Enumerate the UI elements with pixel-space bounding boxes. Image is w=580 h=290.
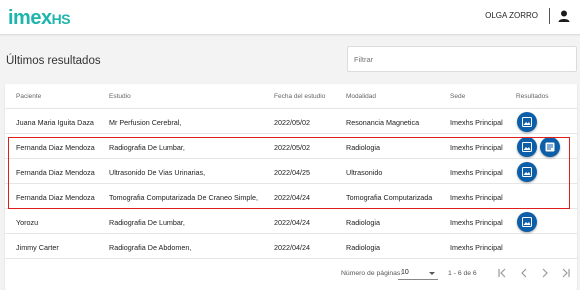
cell-estudio: Tomografia Computarizada De Craneo Simpl…: [109, 193, 259, 202]
rows-per-page-value: 10: [401, 269, 409, 276]
top-bar: imexHS OLGA ZORRO: [0, 0, 580, 34]
table-row[interactable]: Fernanda Diaz Mendoza Radiografia De Lum…: [5, 134, 577, 159]
cell-fecha: 2022/04/24: [274, 193, 310, 202]
cell-modalidad: Radiologia: [346, 218, 380, 227]
column-header-resultados: Resultados: [516, 93, 549, 100]
pagination: Número de páginas: 10 1 - 6 de 6: [5, 262, 577, 290]
user-name[interactable]: OLGA ZORRO: [485, 11, 538, 20]
results-table: Paciente Estudio Fecha del estudio Modal…: [5, 84, 577, 290]
rows-per-page-label: Número de páginas:: [341, 270, 403, 277]
column-header-paciente[interactable]: Paciente: [16, 93, 41, 100]
cell-modalidad: Ultrasonido: [346, 168, 383, 177]
cell-fecha: 2022/05/02: [274, 143, 310, 152]
cell-paciente: Fernanda Diaz Mendoza: [16, 193, 95, 202]
cell-paciente: Juana Maria Iguita Daza: [16, 118, 94, 127]
image-icon: [522, 167, 532, 177]
table-row[interactable]: Yorozu Radiografia De Lumbar, 2022/04/24…: [5, 209, 577, 234]
last-page-icon: [562, 268, 570, 278]
column-header-modalidad[interactable]: Modalidad: [346, 93, 376, 100]
cell-estudio: Mr Perfusion Cerebral,: [109, 118, 182, 127]
report-icon: [545, 142, 555, 152]
page-range: 1 - 6 de 6: [448, 270, 477, 277]
cell-sede: Imexhs Principal: [450, 218, 503, 227]
cell-paciente: Yorozu: [16, 218, 39, 227]
cell-sede: Imexhs Principal: [450, 193, 503, 202]
rows-per-page-select[interactable]: 10: [398, 266, 438, 280]
next-page-button[interactable]: [537, 265, 553, 281]
cell-modalidad: Resonancia Magnetica: [346, 118, 420, 127]
cell-fecha: 2022/05/02: [274, 118, 310, 127]
cell-paciente: Jimmy Carter: [16, 243, 59, 252]
app-logo[interactable]: imexHS: [8, 7, 71, 30]
view-images-button[interactable]: [517, 137, 537, 157]
view-images-button[interactable]: [517, 212, 537, 232]
chevron-left-icon: [521, 268, 527, 278]
filter-input[interactable]: [347, 46, 577, 72]
cell-estudio: Radiografia De Abdomen,: [109, 243, 192, 252]
column-header-sede[interactable]: Sede: [450, 93, 465, 100]
last-page-button[interactable]: [558, 265, 574, 281]
table-row[interactable]: Juana Maria Iguita Daza Mr Perfusion Cer…: [5, 109, 577, 134]
first-page-icon: [498, 268, 506, 278]
account-icon[interactable]: [557, 9, 571, 23]
column-header-fecha[interactable]: Fecha del estudio: [274, 93, 325, 100]
cell-estudio: Radiografia De Lumbar,: [109, 218, 185, 227]
view-report-button[interactable]: [540, 137, 560, 157]
cell-modalidad: Tomografia Computarizada: [346, 193, 433, 202]
image-icon: [522, 142, 532, 152]
first-page-button[interactable]: [494, 265, 510, 281]
page-title: Últimos resultados: [6, 55, 101, 67]
cell-modalidad: Radiologia: [346, 243, 380, 252]
image-icon: [522, 117, 532, 127]
cell-fecha: 2022/04/24: [274, 243, 310, 252]
previous-page-button[interactable]: [516, 265, 532, 281]
table-row[interactable]: Jimmy Carter Radiografia De Abdomen, 202…: [5, 234, 577, 259]
cell-sede: Imexhs Principal: [450, 243, 503, 252]
divider: [549, 8, 550, 24]
cell-paciente: Fernanda Diaz Mendoza: [16, 168, 95, 177]
cell-paciente: Fernanda Diaz Mendoza: [16, 143, 95, 152]
cell-sede: Imexhs Principal: [450, 118, 503, 127]
image-icon: [522, 217, 532, 227]
view-images-button[interactable]: [517, 112, 537, 132]
cell-fecha: 2022/04/25: [274, 168, 310, 177]
cell-estudio: Radiografia De Lumbar,: [109, 143, 185, 152]
cell-fecha: 2022/04/24: [274, 218, 310, 227]
table-row[interactable]: Fernanda Diaz Mendoza Ultrasonido De Via…: [5, 159, 577, 184]
table-row[interactable]: Fernanda Diaz Mendoza Tomografia Computa…: [5, 184, 577, 209]
cell-sede: Imexhs Principal: [450, 143, 503, 152]
cell-modalidad: Radiologia: [346, 143, 380, 152]
table-header: Paciente Estudio Fecha del estudio Modal…: [5, 84, 577, 109]
chevron-right-icon: [542, 268, 548, 278]
cell-estudio: Ultrasonido De Vias Urinarias,: [109, 168, 206, 177]
caret-down-icon: [429, 272, 435, 275]
column-header-estudio[interactable]: Estudio: [109, 93, 131, 100]
view-images-button[interactable]: [517, 162, 537, 182]
cell-sede: Imexhs Principal: [450, 168, 503, 177]
